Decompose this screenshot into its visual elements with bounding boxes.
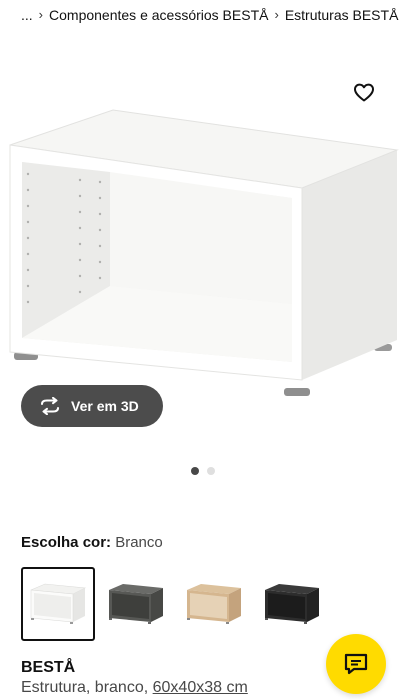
chevron-right-icon: › [274,6,279,22]
breadcrumb-item-componentes[interactable]: Componentes e acessórios BESTÅ [49,7,268,23]
carousel-dot-1[interactable] [191,467,199,475]
rotate-3d-icon [41,397,59,415]
color-swatches [21,567,329,641]
dark-grey-frame-thumbnail [109,584,163,624]
carousel-dot-2[interactable] [207,467,215,475]
color-choice-heading: Escolha cor: [21,534,112,551]
swatch-oak-effect[interactable] [177,567,251,641]
image-carousel-indicator [0,467,406,477]
oak-effect-frame-thumbnail [187,584,241,624]
besta-frame-illustration [9,109,399,396]
color-choice-label: Escolha cor: Branco [21,534,163,551]
swatch-white[interactable] [21,567,95,641]
chevron-right-icon: › [38,6,44,22]
product-description: Estrutura, branco, 60x40x38 cm [21,679,248,697]
view-3d-label: Ver em 3D [71,398,139,414]
color-choice-value: Branco [115,534,163,551]
breadcrumb-item-estruturas[interactable]: Estruturas BESTÅ [285,7,399,23]
black-brown-frame-thumbnail [265,584,319,624]
chat-icon [344,653,368,675]
white-frame-thumbnail [30,583,87,624]
view-3d-button[interactable]: Ver em 3D [21,385,163,427]
swatch-black-brown[interactable] [255,567,329,641]
product-image [0,100,406,400]
breadcrumb: ... › Componentes e acessórios BESTÅ › E… [21,6,406,24]
chat-button[interactable] [326,634,386,694]
product-dimensions-link[interactable]: 60x40x38 cm [153,679,248,696]
product-description-text: Estrutura, branco, [21,679,149,696]
breadcrumb-ellipsis[interactable]: ... [21,7,33,23]
swatch-dark-grey[interactable] [99,567,173,641]
product-name: BESTÅ [21,659,76,676]
